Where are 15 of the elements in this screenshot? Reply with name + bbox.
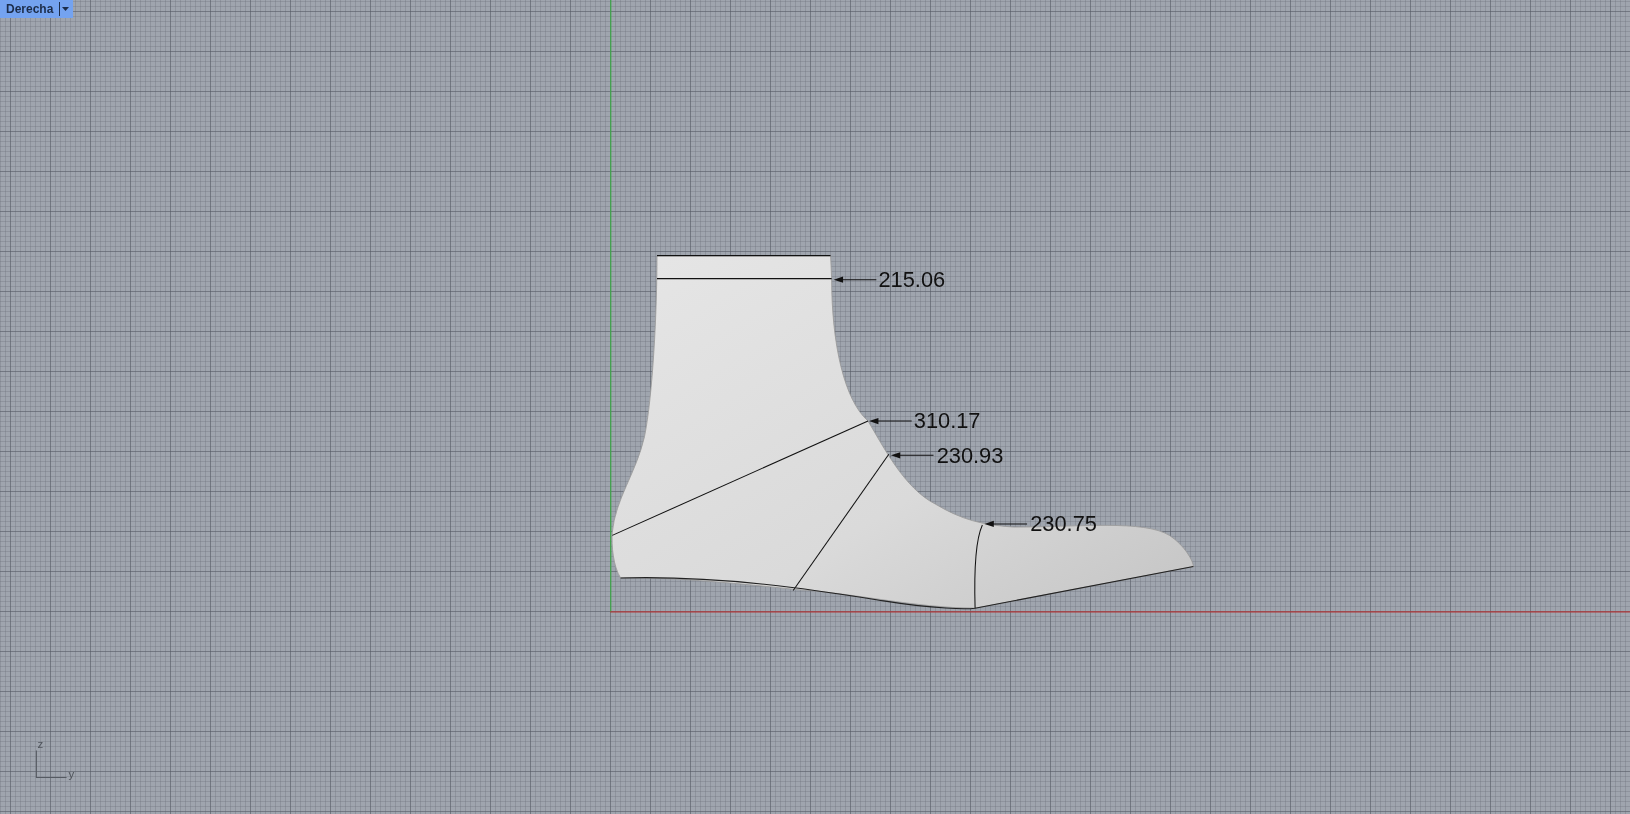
dimension-label: 230.75 [1030, 511, 1097, 537]
viewport-tab[interactable]: Derecha [0, 0, 74, 18]
leader-arrow [890, 452, 935, 459]
axis-icon [35, 750, 68, 779]
leader-arrow [869, 417, 913, 425]
caret-icon [62, 7, 70, 11]
dimension-label: 310.17 [913, 408, 981, 434]
dropdown-button[interactable] [59, 2, 72, 16]
axis-label: y [68, 767, 75, 780]
leader-arrow [984, 520, 1028, 528]
dimension-label: 215.06 [878, 266, 946, 292]
dimension-label: 230.93 [936, 442, 1004, 468]
viewport-title: Derecha [5, 1, 55, 18]
leader-arrow [833, 276, 877, 283]
axis-label: z [37, 738, 44, 751]
